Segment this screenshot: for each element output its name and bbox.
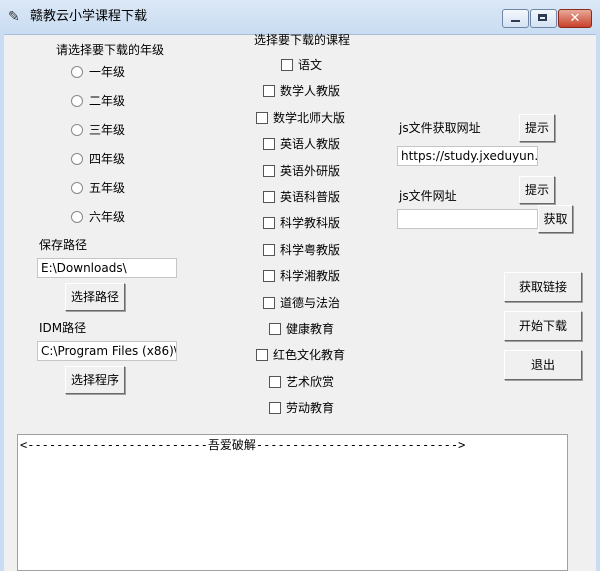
course-option-label: 数学北师大版	[273, 110, 346, 125]
course-checkbox[interactable]	[256, 111, 268, 124]
course-checkbox[interactable]	[269, 402, 281, 415]
grade-option-label: 四年级	[89, 152, 126, 166]
course-option-label: 科学湘教版	[280, 269, 341, 284]
grade-radio[interactable]	[71, 153, 83, 165]
course-checkbox[interactable]	[263, 296, 275, 309]
course-option-label: 科学粤教版	[280, 242, 341, 257]
course-option-label: 道德与法治	[280, 295, 341, 310]
log-line: <-------------------------吾爱破解----------…	[20, 438, 466, 452]
course-checkbox[interactable]	[263, 138, 275, 151]
course-option-label: 英语外研版	[280, 163, 341, 178]
window-frame-right	[596, 34, 600, 571]
get-link-button[interactable]: 获取链接	[504, 272, 582, 302]
hint-button-1[interactable]: 提示	[519, 114, 555, 142]
grade-option-label: 五年级	[89, 181, 126, 195]
window-title: 赣教云小学课程下载	[30, 9, 148, 24]
course-checkbox[interactable]	[263, 243, 275, 256]
js-fetch-url-label: js文件获取网址	[399, 121, 481, 135]
minimize-icon	[511, 20, 520, 22]
grade-radio[interactable]	[71, 211, 83, 223]
save-path-input[interactable]: E:\Downloads\	[37, 258, 177, 278]
grade-option-label: 六年级	[89, 210, 126, 224]
course-section-label: 选择要下载的课程	[254, 33, 351, 47]
exit-button[interactable]: 退出	[504, 350, 582, 380]
choose-program-button[interactable]: 选择程序	[65, 366, 125, 394]
idm-path-label: IDM路径	[39, 321, 87, 335]
course-checkbox[interactable]	[269, 323, 281, 335]
course-checkbox[interactable]	[263, 270, 275, 283]
grade-option-label: 二年级	[89, 94, 126, 108]
course-option-label: 科学教科版	[280, 216, 341, 231]
course-option-label: 语文	[298, 58, 323, 72]
minimize-button[interactable]	[502, 9, 529, 28]
feather-icon: ✎	[8, 9, 20, 25]
grade-radio[interactable]	[71, 124, 83, 136]
choose-path-button[interactable]: 选择路径	[65, 283, 125, 311]
course-checkbox[interactable]	[263, 191, 275, 203]
js-url-label: js文件网址	[399, 189, 457, 203]
course-option-label: 数学人教版	[280, 84, 341, 99]
course-option-label: 劳动教育	[286, 401, 335, 416]
title-bar: ✎ 赣教云小学课程下载 ✕	[0, 0, 600, 35]
grade-section-label: 请选择要下载的年级	[56, 43, 165, 57]
grade-option-label: 三年级	[89, 123, 126, 137]
close-button[interactable]: ✕	[558, 9, 592, 28]
course-checkbox[interactable]	[263, 85, 275, 98]
course-option-label: 红色文化教育	[273, 348, 346, 363]
maximize-icon	[538, 14, 547, 21]
grade-option-label: 一年级	[89, 65, 126, 79]
course-option-label: 健康教育	[286, 322, 335, 336]
grade-radio[interactable]	[71, 66, 83, 78]
maximize-button[interactable]	[530, 9, 557, 28]
log-textarea[interactable]: <-------------------------吾爱破解----------…	[17, 434, 568, 571]
window-frame-left	[0, 34, 4, 571]
grade-radio[interactable]	[71, 182, 83, 194]
course-option-label: 艺术欣赏	[286, 374, 335, 389]
course-checkbox[interactable]	[263, 217, 275, 230]
course-option-label: 英语人教版	[280, 137, 341, 152]
idm-path-input[interactable]: C:\Program Files (x86)\Ir	[37, 341, 177, 361]
js-url-input[interactable]	[397, 209, 538, 229]
js-fetch-url-input[interactable]: https://study.jxeduyun.cc	[397, 146, 538, 166]
course-checkbox[interactable]	[281, 59, 293, 71]
course-checkbox[interactable]	[256, 349, 268, 362]
save-path-label: 保存路径	[39, 238, 88, 252]
hint-button-2[interactable]: 提示	[519, 176, 555, 204]
grade-radio[interactable]	[71, 95, 83, 107]
course-checkbox[interactable]	[263, 164, 275, 177]
course-checkbox[interactable]	[269, 375, 281, 388]
start-download-button[interactable]: 开始下载	[504, 311, 582, 341]
close-icon: ✕	[569, 11, 581, 26]
course-option-label: 英语科普版	[280, 190, 341, 204]
fetch-button[interactable]: 获取	[538, 205, 573, 233]
